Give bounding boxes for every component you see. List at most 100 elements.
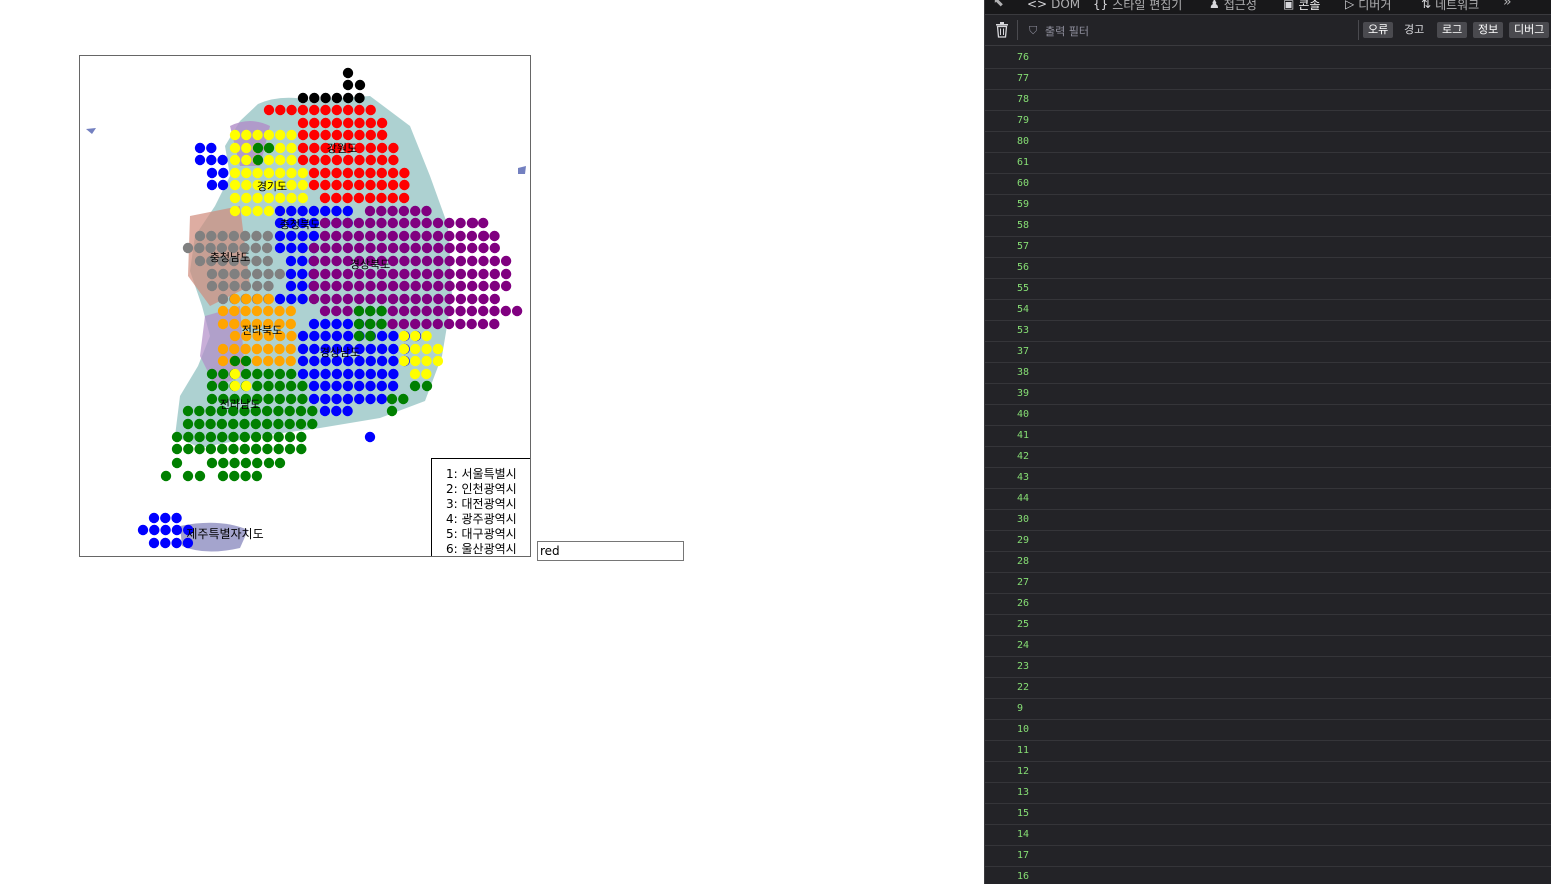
map-region-dot [239, 443, 250, 455]
map-region-dot [410, 318, 421, 330]
map-region-dot [331, 167, 342, 179]
map-region-dot [387, 192, 398, 204]
map-region-dot [444, 293, 455, 305]
map-region-dot [297, 167, 308, 179]
map-region-dot [286, 179, 297, 191]
map-region-dot [218, 457, 229, 469]
map-region-dot [444, 280, 455, 292]
map-region-dot [467, 255, 478, 267]
map-region-dot [387, 230, 398, 242]
map-region-dot [241, 154, 252, 166]
console-log-value: 26 [1017, 598, 1030, 609]
map-region-dot [252, 192, 263, 204]
map-region-dot [286, 242, 297, 254]
map-region-dot [229, 179, 241, 191]
map-region-dot [331, 280, 342, 292]
map-region-dot [365, 330, 376, 342]
tab-style-editor[interactable]: {} 스타일 편집기 [1093, 0, 1182, 13]
console-log-value: 77 [1017, 73, 1030, 84]
console-icon: ▣ [1283, 0, 1295, 11]
map-region-dot [205, 431, 217, 443]
map-region-dot [354, 393, 365, 405]
map-region-dot [194, 154, 206, 166]
map-region-dot [410, 268, 421, 280]
map-region-dot [309, 154, 320, 166]
map-region-dot [455, 305, 466, 317]
map-region-dot [331, 205, 342, 217]
map-region-dot [275, 104, 286, 116]
tab-dom[interactable]: <> DOM [1027, 0, 1080, 13]
map-region-dot [331, 255, 342, 267]
color-input[interactable] [537, 541, 684, 561]
map-region-dot [353, 192, 365, 204]
trash-icon[interactable] [995, 22, 1009, 38]
map-region-dot [478, 255, 489, 267]
tab-debugger[interactable]: ▷ 디버거 [1345, 0, 1391, 13]
map-region-dot [409, 368, 421, 380]
map-region-dot [171, 524, 183, 536]
console-toolbar: ⛉ 오류 경고 로그 정보 디버그 [985, 15, 1551, 46]
map-region-dot [421, 368, 432, 380]
map-region-dot [206, 368, 218, 380]
map-region-dot [320, 255, 331, 267]
debugger-icon: ▷ [1345, 0, 1355, 11]
map-region-dot [252, 142, 264, 154]
map-region-dot [500, 305, 511, 317]
map-region-dot [342, 230, 353, 242]
map-region-dot [205, 418, 216, 430]
map-region-dot [308, 268, 320, 280]
level-log-button[interactable]: 로그 [1437, 22, 1468, 38]
level-info-button[interactable]: 정보 [1473, 22, 1504, 38]
map-region-dot [241, 205, 252, 217]
console-log-value: 56 [1017, 262, 1030, 273]
chevron-right-icon[interactable]: » [1503, 0, 1512, 10]
map-region-dot [489, 280, 500, 292]
tab-accessibility[interactable]: ♟ 접근성 [1209, 0, 1257, 13]
map-region-dot [240, 343, 251, 355]
map-region-dot [478, 280, 489, 292]
console-log-row: 40 [985, 405, 1551, 426]
map-region-dot [342, 205, 353, 217]
map-region-dot [263, 104, 275, 116]
element-picker-icon[interactable]: ⬉ [993, 0, 1004, 10]
map-region-dot [343, 117, 354, 129]
map-region-dot [388, 355, 399, 367]
map-region-dot [320, 92, 331, 104]
map-region-dot [194, 470, 206, 482]
map-region-dot [354, 79, 366, 91]
map-region-dot [376, 129, 388, 141]
level-warn-button[interactable]: 경고 [1399, 22, 1429, 38]
map-region-dot [273, 405, 284, 417]
map-region-dot [410, 330, 421, 342]
tab-network[interactable]: ⇅ 네트워크 [1421, 0, 1479, 13]
map-region-dot [421, 343, 432, 355]
map-region-dot [343, 368, 354, 380]
map-region-dot [353, 330, 365, 342]
map-region-dot [398, 192, 410, 204]
map-region-dot [331, 104, 342, 116]
map-region-dot [478, 305, 489, 317]
map-region-dot [171, 431, 183, 443]
map-region-dot [252, 268, 263, 280]
console-log-value: 43 [1017, 472, 1030, 483]
map-region-dot [286, 129, 297, 141]
map-region-dot [273, 431, 284, 443]
map-region-dot [387, 167, 399, 179]
map-region-dot [171, 537, 182, 549]
filter-output-input[interactable] [1043, 22, 1247, 40]
level-debug-button[interactable]: 디버그 [1509, 22, 1550, 38]
map-region-dot [432, 318, 443, 330]
map-region-dot [239, 418, 250, 430]
map-region-dot [319, 192, 331, 204]
console-log-row: 42 [985, 447, 1551, 468]
console-log-value: 28 [1017, 556, 1030, 567]
map-region-dot [205, 443, 217, 455]
map-region-dot [376, 154, 388, 166]
console-log-value: 16 [1017, 871, 1030, 882]
map-region-dot [228, 230, 240, 242]
map-region-dot [217, 355, 229, 367]
level-error-button[interactable]: 오류 [1363, 22, 1394, 38]
tab-console[interactable]: ▣ 콘솔 [1283, 0, 1320, 13]
map-region-dot [286, 230, 297, 242]
map-region-dot [285, 268, 297, 280]
